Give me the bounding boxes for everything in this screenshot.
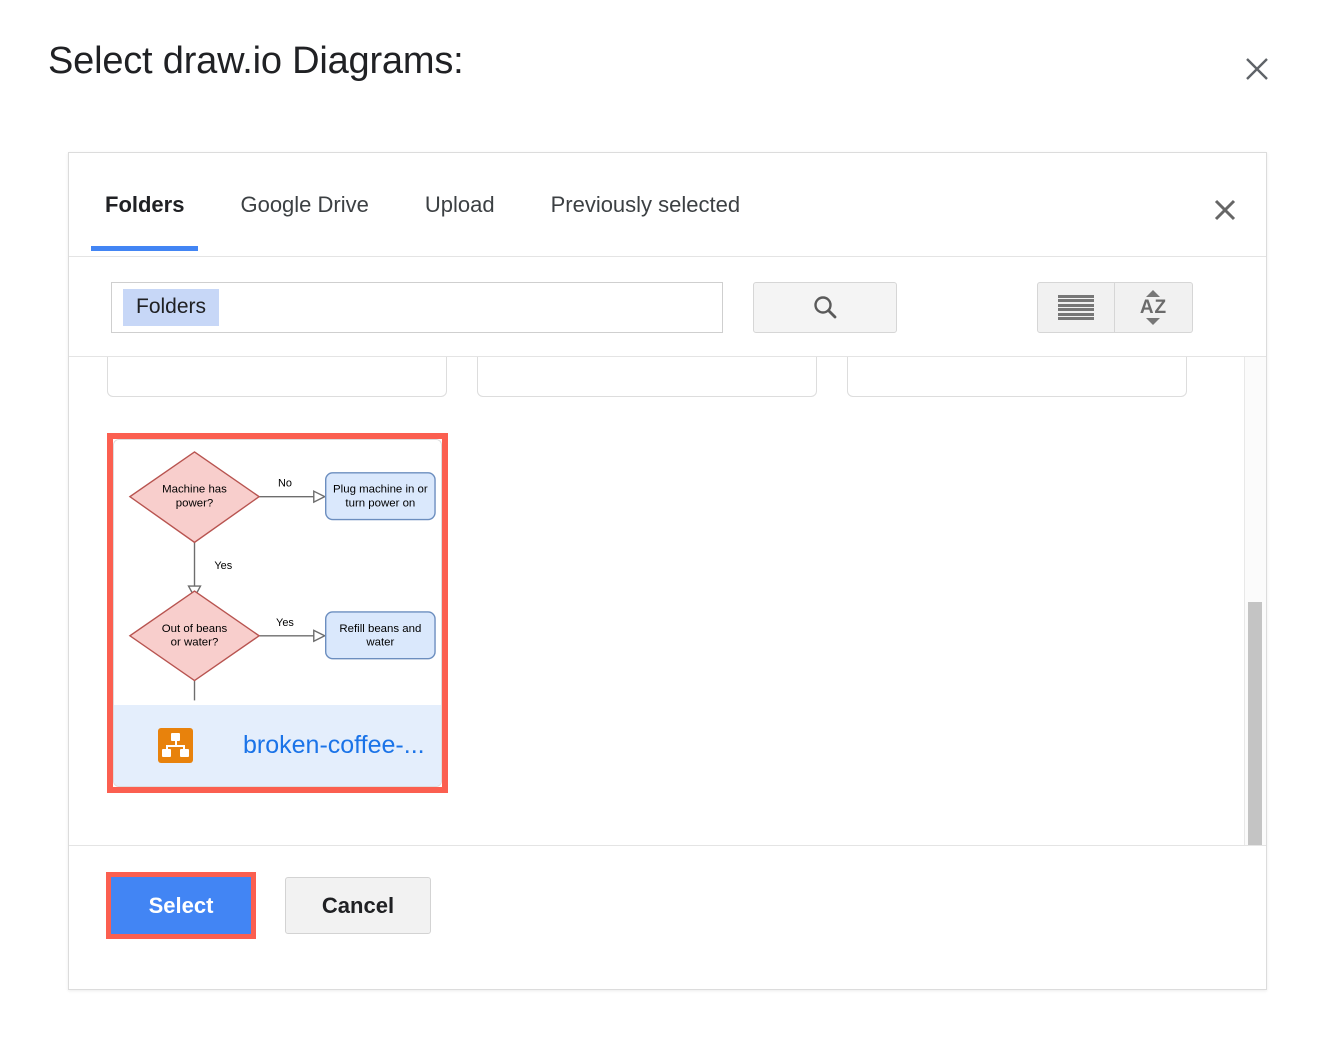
picker-close-button[interactable]: [1208, 193, 1242, 227]
select-button[interactable]: Select: [111, 877, 251, 934]
svg-text:Refill beans and: Refill beans and: [339, 623, 421, 635]
svg-text:Out of beans: Out of beans: [162, 623, 228, 635]
tab-upload-label: Upload: [425, 192, 495, 218]
tab-bar: Folders Google Drive Upload Previously s…: [69, 153, 1266, 257]
dialog-close-button[interactable]: [1238, 50, 1276, 88]
close-icon: [1244, 56, 1270, 82]
sort-az-label: AZ: [1140, 298, 1167, 317]
page-title: Select draw.io Diagrams:: [48, 40, 463, 83]
tab-previously-selected-label: Previously selected: [551, 192, 741, 218]
results-row-selected: Machine has power? Plug machine in or tu…: [69, 397, 1266, 793]
diagram-thumbnail: Machine has power? Plug machine in or tu…: [114, 440, 441, 705]
svg-text:Plug machine in or: Plug machine in or: [333, 484, 428, 496]
tab-google-drive[interactable]: Google Drive: [240, 153, 368, 257]
svg-text:power?: power?: [176, 498, 213, 510]
cancel-button[interactable]: Cancel: [285, 877, 431, 934]
svg-text:Machine has: Machine has: [162, 484, 227, 496]
file-card[interactable]: [847, 357, 1187, 397]
close-icon: [1213, 198, 1237, 222]
search-input[interactable]: Folders: [111, 282, 723, 333]
tab-list: Folders Google Drive Upload Previously s…: [105, 153, 796, 257]
edge-label-yes-right: Yes: [276, 617, 294, 629]
select-diagrams-dialog: Select draw.io Diagrams: Folders Google …: [0, 0, 1332, 1054]
drawio-icon: [158, 728, 193, 763]
view-controls: AZ: [1037, 282, 1193, 333]
tab-folders-label: Folders: [105, 192, 184, 218]
results-area: Machine has power? Plug machine in or tu…: [69, 357, 1266, 846]
svg-text:water: water: [365, 637, 394, 649]
results-grid: Machine has power? Plug machine in or tu…: [69, 357, 1266, 793]
file-card[interactable]: [107, 357, 447, 397]
search-bar: Folders AZ: [69, 257, 1266, 357]
file-card-footer: broken-coffee-...: [114, 705, 441, 786]
list-view-button[interactable]: [1037, 282, 1115, 333]
scrollbar-thumb[interactable]: [1248, 602, 1262, 845]
file-picker-panel: Folders Google Drive Upload Previously s…: [68, 152, 1267, 990]
svg-text:turn power on: turn power on: [345, 498, 415, 510]
tab-folders[interactable]: Folders: [105, 153, 184, 257]
sort-az-icon: AZ: [1140, 290, 1167, 325]
edge-label-yes-down: Yes: [214, 560, 232, 572]
file-name-label[interactable]: broken-coffee-...: [243, 731, 425, 760]
list-view-icon: [1058, 295, 1094, 321]
file-card[interactable]: [477, 357, 817, 397]
flowchart-preview: Machine has power? Plug machine in or tu…: [114, 440, 441, 705]
sort-button[interactable]: AZ: [1115, 282, 1193, 333]
results-scrollbar[interactable]: [1244, 357, 1266, 845]
search-chip-folders[interactable]: Folders: [123, 289, 219, 326]
results-row-clipped: [69, 357, 1266, 397]
dialog-footer: Select Cancel: [69, 846, 1266, 988]
svg-text:or water?: or water?: [171, 637, 219, 649]
tab-upload[interactable]: Upload: [425, 153, 495, 257]
select-button-highlight: Select: [106, 872, 256, 939]
tab-previously-selected[interactable]: Previously selected: [551, 153, 741, 257]
search-icon: [810, 293, 840, 323]
tab-google-drive-label: Google Drive: [240, 192, 368, 218]
edge-label-no: No: [278, 478, 292, 490]
selected-file-card[interactable]: Machine has power? Plug machine in or tu…: [107, 433, 448, 793]
search-button[interactable]: [753, 282, 897, 333]
